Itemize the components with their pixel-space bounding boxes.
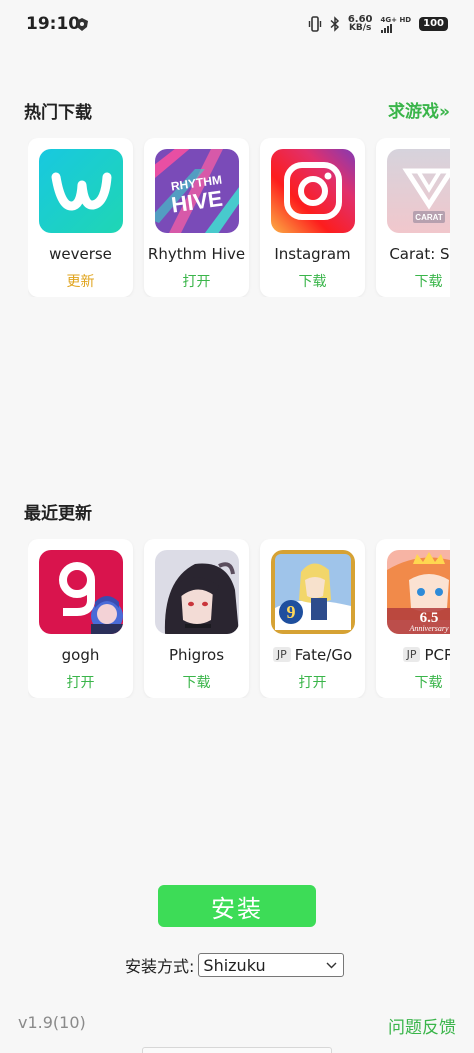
fgo-anniversary-number: 9 [287, 602, 296, 622]
app-name: Phigros [168, 646, 225, 664]
app-card-rhythm-hive[interactable]: RHYTHM HIVE Rhythm Hive 打开 [144, 138, 249, 297]
instagram-icon[interactable] [271, 149, 355, 233]
pcr-anniversary-text: Anniversary [408, 624, 449, 633]
carat-icon[interactable]: CARAT [387, 149, 450, 233]
region-tag: JP [402, 647, 421, 662]
bluetooth-icon [330, 16, 339, 32]
gogh-icon[interactable] [39, 550, 123, 634]
signal-indicator: 4G+ HD [380, 16, 411, 33]
region-tag: JP [272, 647, 291, 662]
app-action-button[interactable]: 打开 [144, 271, 249, 291]
app-name: weverse [49, 245, 112, 263]
battery-indicator: 100 [419, 17, 448, 31]
app-card-gogh[interactable]: gogh 打开 [28, 539, 133, 698]
install-method-label: 安装方式: [125, 957, 195, 976]
status-icons: 6.60 KB/s 4G+ HD 100 [308, 15, 448, 33]
app-action-button[interactable]: 打开 [28, 672, 133, 692]
app-action-button[interactable]: 下载 [260, 271, 365, 291]
install-method: 安装方式: Shizuku [125, 953, 345, 977]
app-action-button[interactable]: 打开 [260, 672, 365, 692]
app-card-carat[interactable]: CARAT Carat: Sev 下载 [376, 138, 450, 297]
app-name: Instagram [274, 245, 351, 263]
home-indicator[interactable] [142, 1047, 332, 1053]
install-button[interactable]: 安装 [158, 885, 316, 927]
app-action-button[interactable]: 下载 [376, 271, 450, 291]
recent-apps-row[interactable]: gogh 打开 Phigros 下载 9 JP Fate/Go 打开 6.5 A… [28, 539, 450, 698]
rhythm-hive-icon[interactable]: RHYTHM HIVE [155, 149, 239, 233]
hot-section-title: 热门下载 [24, 103, 92, 123]
recent-section-title: 最近更新 [24, 504, 92, 524]
version-label: v1.9(10) [18, 1013, 86, 1032]
app-card-pcr[interactable]: 6.5 Anniversary JP PCR 下载 [376, 539, 450, 698]
app-card-fate-go[interactable]: 9 JP Fate/Go 打开 [260, 539, 365, 698]
app-action-button[interactable]: 下载 [376, 672, 450, 692]
app-name: JP Fate/Go [260, 646, 365, 664]
app-name: Rhythm Hive [147, 245, 246, 263]
shield-icon [76, 18, 88, 31]
chevron-down-icon [326, 962, 337, 968]
fate-go-icon[interactable]: 9 [271, 550, 355, 634]
vibrate-icon [308, 16, 322, 32]
status-time: 19:10 [26, 14, 81, 34]
app-name: JP PCR [376, 646, 450, 664]
phigros-icon[interactable] [155, 550, 239, 634]
app-action-button[interactable]: 下载 [144, 672, 249, 692]
weverse-icon[interactable] [39, 149, 123, 233]
app-name: Carat: Sev [389, 245, 450, 263]
status-bar: 19:10 6.60 KB/s 4G+ HD 100 [0, 0, 474, 50]
install-method-value: Shizuku [203, 955, 266, 975]
app-card-phigros[interactable]: Phigros 下载 [144, 539, 249, 698]
pcr-icon[interactable]: 6.5 Anniversary [387, 550, 450, 634]
app-action-button[interactable]: 更新 [28, 271, 133, 291]
app-card-weverse[interactable]: weverse 更新 [28, 138, 133, 297]
network-speed: 6.60 KB/s [347, 14, 373, 33]
carat-text: CARAT [415, 213, 443, 222]
request-game-link[interactable]: 求游戏» [388, 97, 450, 122]
app-name: gogh [61, 646, 100, 664]
feedback-link[interactable]: 问题反馈 [388, 1013, 456, 1038]
app-card-instagram[interactable]: Instagram 下载 [260, 138, 365, 297]
install-method-select[interactable]: Shizuku [198, 953, 345, 977]
signal-bars-icon [380, 23, 392, 33]
hot-apps-row[interactable]: weverse 更新 RHYTHM HIVE Rhythm Hive 打开 In… [28, 138, 450, 297]
app-screen: 19:10 6.60 KB/s 4G+ HD 100 热门下载 求游戏» wev… [0, 0, 474, 1053]
